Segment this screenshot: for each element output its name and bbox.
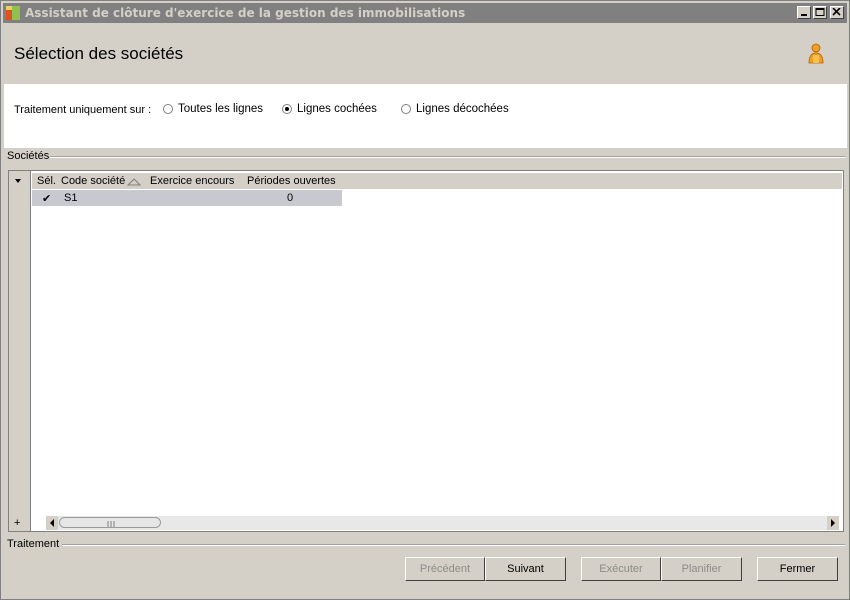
wizard-header: Sélection des sociétés — [3, 23, 847, 83]
radio-label: Toutes les lignes — [178, 103, 264, 115]
add-row-button[interactable]: + — [14, 517, 20, 529]
window-title: Assistant de clôture d'exercice de la ge… — [25, 6, 466, 20]
grip-icon — [107, 521, 115, 527]
execute-button[interactable]: Exécuter — [581, 557, 661, 581]
column-header-periodes[interactable]: Périodes ouvertes — [247, 175, 336, 187]
scroll-left-button[interactable] — [46, 516, 58, 530]
checkmark-icon[interactable]: ✔ — [42, 192, 51, 205]
companies-grid[interactable]: + Sél. Code société Exercice encours Pér… — [8, 170, 844, 532]
radio-dot — [285, 107, 289, 111]
close-button[interactable] — [830, 6, 844, 19]
scroll-right-button[interactable] — [827, 516, 839, 530]
processing-options: Traitement uniquement sur : Toutes les l… — [4, 84, 847, 148]
companies-group-label: Sociétés — [7, 150, 50, 162]
cell-code: S1 — [64, 192, 78, 204]
column-header-sel[interactable]: Sél. — [37, 175, 56, 187]
next-button[interactable]: Suivant — [485, 557, 566, 581]
minimize-icon — [801, 14, 807, 16]
radio-label: Lignes cochées — [297, 103, 377, 115]
radio-circle[interactable] — [401, 104, 411, 114]
table-row[interactable]: ✔ S1 0 — [32, 190, 342, 206]
column-header-code[interactable]: Code société — [61, 175, 125, 187]
horizontal-scrollbar[interactable] — [46, 516, 839, 530]
radio-circle[interactable] — [163, 104, 173, 114]
previous-button[interactable]: Précédent — [405, 557, 485, 581]
grid-row-selector: + — [9, 171, 31, 531]
radio-circle[interactable] — [282, 104, 292, 114]
wizard-window: Assistant de clôture d'exercice de la ge… — [0, 0, 850, 600]
group-divider — [62, 544, 845, 546]
close-icon — [832, 8, 841, 16]
processing-group-label: Traitement — [7, 538, 60, 550]
schedule-button[interactable]: Planifier — [661, 557, 742, 581]
maximize-icon — [815, 8, 825, 16]
radio-checked-lines[interactable]: Lignes cochées — [282, 103, 377, 115]
options-label: Traitement uniquement sur : — [14, 104, 152, 116]
cell-periodes: 0 — [287, 192, 294, 204]
page-title: Sélection des sociétés — [14, 44, 184, 63]
chevron-right-icon — [831, 519, 835, 527]
grid-header: Sél. Code société Exercice encours Pério… — [32, 173, 842, 189]
radio-all-lines[interactable]: Toutes les lignes — [163, 103, 263, 115]
user-icon — [808, 43, 824, 64]
close-dialog-button[interactable]: Fermer — [757, 557, 838, 581]
radio-label: Lignes décochées — [416, 103, 509, 115]
chevron-down-icon[interactable] — [14, 178, 26, 186]
column-header-exercice[interactable]: Exercice encours — [150, 175, 234, 187]
chevron-left-icon — [50, 519, 54, 527]
title-bar[interactable]: Assistant de clôture d'exercice de la ge… — [3, 3, 847, 23]
minimize-button[interactable] — [797, 6, 811, 19]
group-divider — [50, 156, 845, 158]
scroll-thumb[interactable] — [59, 517, 161, 528]
app-icon — [6, 6, 20, 20]
maximize-button[interactable] — [813, 6, 827, 19]
radio-unchecked-lines[interactable]: Lignes décochées — [401, 103, 509, 115]
sort-ascending-icon — [127, 178, 141, 186]
